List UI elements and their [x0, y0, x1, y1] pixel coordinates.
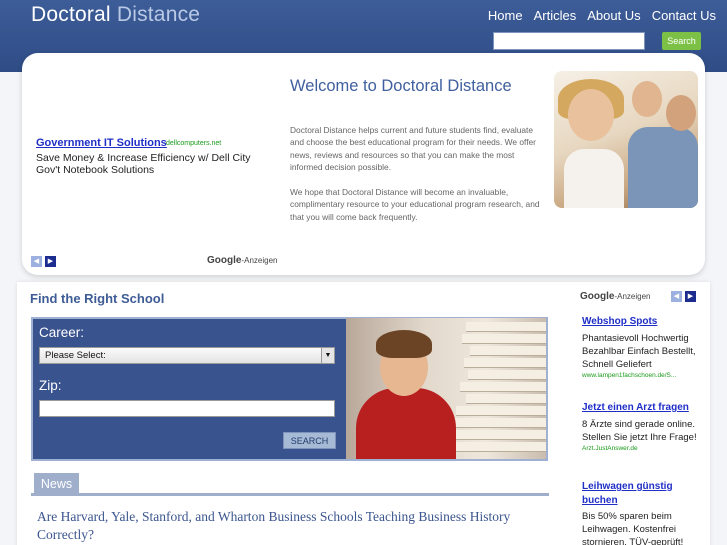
- top-ad-title-link[interactable]: Government IT Solutions: [36, 137, 167, 149]
- top-ad-description: Save Money & Increase Efficiency w/ Dell…: [36, 152, 251, 176]
- logo-main-text: Doctoral: [31, 3, 111, 26]
- sidebar-ad-title-link[interactable]: Jetzt einen Arzt fragen: [582, 401, 702, 415]
- tab-news[interactable]: News: [34, 473, 79, 494]
- google-ads-label[interactable]: Google-Anzeigen: [207, 255, 277, 266]
- welcome-paragraph-2: We hope that Doctoral Distance will beco…: [290, 187, 540, 222]
- google-logo-text: Google: [580, 291, 615, 302]
- career-select[interactable]: Please Select: ▼: [39, 347, 335, 364]
- zip-input[interactable]: [39, 400, 335, 417]
- sidebar-prev-icon[interactable]: ◀: [671, 291, 682, 302]
- news-headline-link[interactable]: Are Harvard, Yale, Stanford, and Wharton…: [37, 508, 537, 543]
- sidebar-ad-description: Bis 50% sparen beim Leihwagen. Kostenfre…: [582, 511, 684, 545]
- site-search-input[interactable]: [493, 32, 645, 50]
- anzeigen-text: -Anzeigen: [241, 256, 278, 265]
- sidebar-ad: Webshop Spots Phantasievoll Hochwertig B…: [582, 315, 702, 381]
- sidebar-ad-url[interactable]: Arzt.JustAnswer.de: [582, 444, 702, 454]
- career-label: Career:: [39, 325, 85, 340]
- welcome-title: Welcome to Doctoral Distance: [290, 77, 512, 95]
- logo-accent-text: Distance: [116, 3, 201, 26]
- nav-home[interactable]: Home: [488, 8, 523, 23]
- chevron-down-icon: ▼: [321, 348, 334, 363]
- site-logo[interactable]: Doctoral Distance: [31, 3, 200, 27]
- sidebar-ad-title-link[interactable]: Leihwagen günstig buchen: [582, 480, 702, 507]
- sidebar-ad-description: Phantasievoll Hochwertig Bezahlbar Einfa…: [582, 332, 696, 370]
- site-search-button[interactable]: Search: [662, 32, 701, 50]
- anzeigen-text: -Anzeigen: [614, 292, 651, 301]
- sidebar-ad-title-link[interactable]: Webshop Spots: [582, 315, 702, 329]
- sidebar-ad: Leihwagen günstig buchen Bis 50% sparen …: [582, 480, 702, 545]
- nav-contact-us[interactable]: Contact Us: [652, 8, 716, 23]
- school-search-button[interactable]: SEARCH: [283, 432, 336, 449]
- zip-label: Zip:: [39, 378, 62, 393]
- sidebar-ad-description: 8 Ärzte sind gerade online. Stellen Sie …: [582, 418, 697, 443]
- google-logo-text: Google: [207, 255, 242, 266]
- find-school-title: Find the Right School: [30, 291, 165, 306]
- career-select-value: Please Select:: [45, 350, 106, 361]
- top-ad-prev-icon[interactable]: ◀: [31, 256, 42, 267]
- news-divider: [31, 493, 549, 496]
- sidebar-google-ads-label[interactable]: Google-Anzeigen: [580, 291, 650, 302]
- top-ad-next-icon[interactable]: ▶: [45, 256, 56, 267]
- students-photo: [554, 71, 698, 208]
- sidebar-ad: Jetzt einen Arzt fragen 8 Ärzte sind ger…: [582, 401, 702, 454]
- nav-articles[interactable]: Articles: [534, 8, 577, 23]
- student-with-books-photo: [346, 318, 546, 459]
- main-nav: Home Articles About Us Contact Us: [488, 8, 727, 23]
- nav-about-us[interactable]: About Us: [587, 8, 640, 23]
- sidebar-ad-url[interactable]: www.lampen1fachschoen.de/S...: [582, 371, 702, 381]
- sidebar-next-icon[interactable]: ▶: [685, 291, 696, 302]
- top-ad-domain[interactable]: dellcomputers.net: [166, 140, 221, 147]
- welcome-paragraph-1: Doctoral Distance helps current and futu…: [290, 125, 536, 173]
